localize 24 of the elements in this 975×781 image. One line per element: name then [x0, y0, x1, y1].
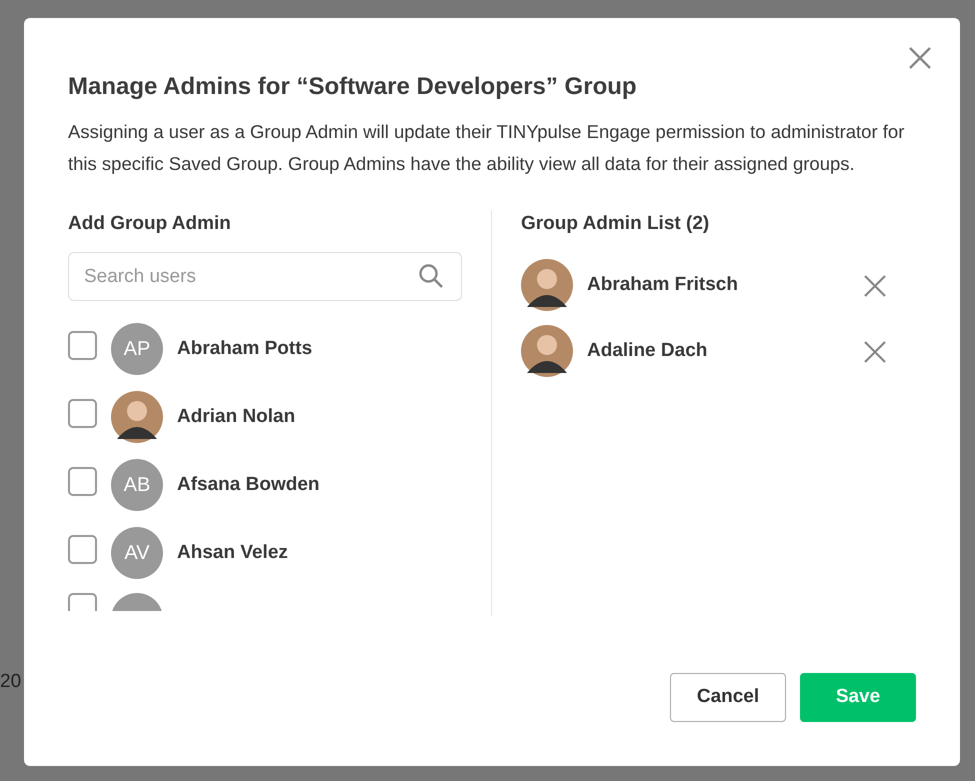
checkbox[interactable]: [68, 467, 97, 496]
close-icon[interactable]: [908, 46, 932, 70]
checkbox[interactable]: [68, 535, 97, 564]
user-name: Adrian Nolan: [177, 405, 296, 430]
cancel-button[interactable]: Cancel: [670, 673, 786, 722]
user-initials-avatar: AP: [111, 323, 163, 376]
checkbox[interactable]: [68, 399, 97, 428]
remove-icon[interactable]: [864, 340, 886, 362]
user-name: Abraham Potts: [177, 337, 312, 362]
search-field[interactable]: Search users: [68, 252, 462, 302]
user-initials-avatar: AB: [111, 459, 163, 512]
section-heading: Add Group Admin: [68, 212, 232, 236]
admin-name: Abraham Fritsch: [587, 273, 738, 298]
user-name: Ahsan Velez: [177, 541, 288, 566]
dialog-description: Assigning a user as a Group Admin will update their TINYpulse Engage permission to administrator for this specific Saved Group. Group Admins have the ability view all data for their assigned groups.: [68, 120, 906, 176]
background-text: 20: [0, 670, 22, 694]
dialog-title: Manage Admins for “Software Developers” Group: [68, 73, 638, 102]
user-name: Afsana Bowden: [177, 473, 320, 498]
admin-name: Adaline Dach: [587, 339, 708, 364]
search-icon: [418, 263, 444, 290]
remove-icon[interactable]: [864, 274, 886, 296]
checkbox[interactable]: [68, 331, 97, 360]
section-heading: Group Admin List (2): [521, 212, 710, 236]
user-initials-avatar: AV: [111, 527, 163, 580]
